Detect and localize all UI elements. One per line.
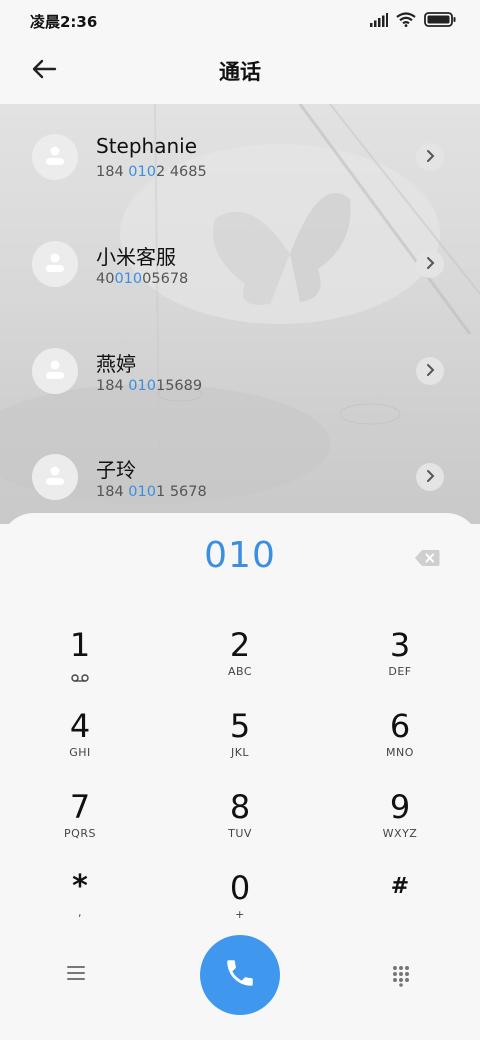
chevron-right-icon: [425, 148, 435, 167]
key-digit: 0: [229, 869, 251, 907]
number-match: 010: [128, 164, 156, 180]
menu-icon: [66, 966, 86, 985]
dialed-number-display: 010: [204, 535, 276, 576]
key-star[interactable]: * ,: [0, 856, 160, 937]
contact-row[interactable]: 子玲 184 0101 5678: [0, 424, 480, 524]
avatar: [32, 348, 78, 394]
number-prefix: 184: [96, 164, 129, 180]
key-4[interactable]: 4 GHI: [0, 694, 160, 775]
key-hash[interactable]: #: [320, 856, 480, 937]
status-bar: 凌晨2:36: [0, 0, 480, 42]
key-letters: ,: [78, 906, 82, 919]
number-prefix: 40: [96, 271, 115, 287]
key-5[interactable]: 5 JKL: [160, 694, 320, 775]
avatar: [32, 454, 78, 500]
page-title: 通话: [219, 60, 261, 84]
keypad-toggle-button[interactable]: [392, 965, 412, 987]
header: 通话: [0, 42, 480, 104]
phone-icon: [223, 956, 257, 994]
contact-detail-button[interactable]: [416, 250, 444, 278]
avatar: [32, 241, 78, 287]
menu-button[interactable]: [66, 965, 90, 985]
person-icon: [44, 144, 66, 170]
key-digit: 8: [229, 788, 251, 826]
contact-name: 小米客服: [96, 245, 176, 269]
key-3[interactable]: 3 DEF: [320, 613, 480, 694]
signal-icon: [370, 12, 388, 31]
contact-results: Stephanie 184 0102 4685 小米客服 4001005678: [0, 104, 480, 524]
contact-row[interactable]: 小米客服 4001005678: [0, 211, 480, 318]
voicemail-icon: [71, 667, 89, 686]
key-letters: MNO: [386, 746, 414, 759]
chevron-right-icon: [425, 362, 435, 381]
key-letters: GHI: [69, 746, 91, 759]
contact-detail-button[interactable]: [416, 463, 444, 491]
key-digit: 7: [69, 788, 91, 826]
wifi-icon: [396, 12, 416, 31]
key-2[interactable]: 2 ABC: [160, 613, 320, 694]
contact-name: 子玲: [96, 458, 136, 482]
key-6[interactable]: 6 MNO: [320, 694, 480, 775]
contact-name: Stephanie: [96, 134, 198, 158]
key-digit: 9: [389, 788, 411, 826]
contact-number: 184 0101 5678: [96, 484, 207, 500]
key-9[interactable]: 9 WXYZ: [320, 775, 480, 856]
contact-number: 184 0102 4685: [96, 164, 207, 180]
contact-row[interactable]: 燕婷 184 01015689: [0, 318, 480, 425]
call-button[interactable]: [200, 935, 280, 1015]
number-suffix: 2 4685: [155, 164, 207, 180]
number-match: 010: [114, 271, 143, 287]
bottom-action-bar: [0, 935, 480, 1015]
person-icon: [44, 251, 66, 277]
key-digit: 2: [229, 626, 251, 664]
chevron-right-icon: [425, 468, 435, 487]
status-time: 凌晨2:36: [30, 13, 98, 31]
key-digit: 5: [229, 707, 251, 745]
key-digit: 6: [389, 707, 411, 745]
avatar: [32, 134, 78, 180]
person-icon: [44, 464, 66, 490]
key-letters: WXYZ: [382, 827, 418, 840]
number-suffix: 1 5678: [155, 484, 207, 500]
key-digit: #: [390, 874, 410, 899]
key-digit: 1: [69, 626, 91, 664]
contact-number: 184 01015689: [96, 378, 202, 394]
key-letters: JKL: [230, 746, 250, 759]
key-letters: DEF: [388, 665, 412, 678]
number-match: 010: [128, 484, 156, 500]
number-suffix: 05678: [142, 271, 189, 287]
key-letters: +: [235, 908, 245, 921]
contact-detail-button[interactable]: [416, 143, 444, 171]
key-1[interactable]: 1: [0, 613, 160, 694]
key-letters: TUV: [228, 827, 252, 840]
dialpad-grid-icon: [392, 966, 410, 991]
backspace-icon: [414, 550, 440, 571]
key-letters: PQRS: [64, 827, 96, 840]
keypad: 1 2 ABC 3 DEF 4 GHI 5 JKL 6 MNO 7 PQRS 8…: [0, 613, 480, 937]
key-digit: 3: [389, 626, 411, 664]
person-icon: [44, 358, 66, 384]
status-icons: [370, 12, 456, 31]
number-prefix: 184: [96, 378, 129, 394]
number-prefix: 184: [96, 484, 129, 500]
key-8[interactable]: 8 TUV: [160, 775, 320, 856]
contact-number: 4001005678: [96, 271, 188, 287]
dialpad-panel: 010 1 2 ABC 3 DEF 4 GHI 5 JKL 6 MNO 7 PQ…: [0, 513, 480, 1040]
key-letters: ABC: [227, 665, 253, 678]
number-suffix: 15689: [155, 378, 203, 394]
contact-name: 燕婷: [96, 352, 136, 376]
key-digit: *: [72, 869, 88, 904]
backspace-button[interactable]: [414, 549, 440, 567]
number-match: 010: [128, 378, 156, 394]
key-0[interactable]: 0 +: [160, 856, 320, 937]
battery-icon: [424, 12, 456, 31]
chevron-right-icon: [425, 255, 435, 274]
contact-detail-button[interactable]: [416, 357, 444, 385]
contact-row[interactable]: Stephanie 184 0102 4685: [0, 104, 480, 211]
key-digit: 4: [69, 707, 91, 745]
key-7[interactable]: 7 PQRS: [0, 775, 160, 856]
